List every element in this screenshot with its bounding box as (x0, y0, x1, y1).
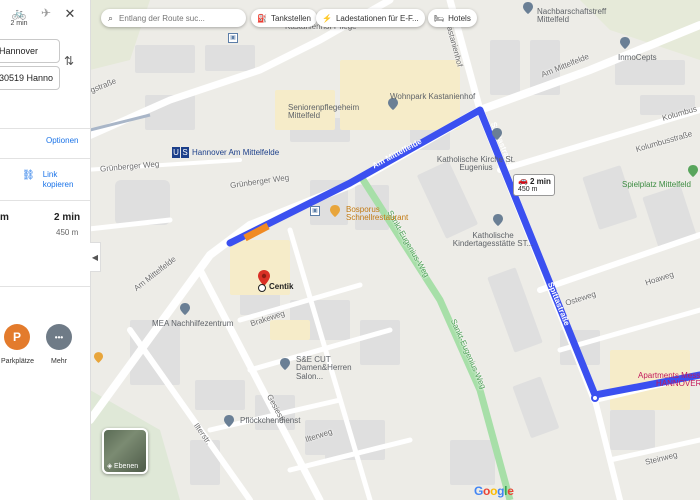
chevron-left-icon: ◀ (91, 252, 99, 262)
origin-value: Hannover (0, 46, 39, 56)
layers-icon: ◈ (107, 463, 113, 470)
business-pin-icon[interactable] (620, 37, 630, 49)
mode-flight[interactable]: ✈ (35, 6, 57, 20)
chip-hotels-label: Hotels (448, 13, 471, 23)
poi-kirche[interactable]: Katholische Kirche St. Eugenius (436, 155, 516, 173)
divider (0, 158, 90, 159)
destination-value: 30519 Hanno (0, 73, 54, 83)
poi-mea[interactable]: MEA Nachhilfezentrum (152, 319, 233, 328)
divider (0, 128, 90, 129)
poi-pfloeckchendienst[interactable]: Pflöckchendienst (240, 416, 300, 425)
collapse-panel-button[interactable]: ◀ (90, 242, 101, 272)
chip-hotels[interactable]: 🛏 Hotels (428, 9, 477, 27)
poi-seniorenpflegeheim[interactable]: Seniorenpflegeheim Mittelfeld (288, 103, 368, 121)
poi-bosporus[interactable]: Bosporus Schnellrestaurant (346, 205, 421, 223)
airplane-icon: ✈ (40, 6, 52, 20)
route-search-box[interactable]: ⌕ (101, 9, 246, 27)
map-canvas[interactable]: Am Mittelfelde Am Mittelfelde Am Mittelf… (90, 0, 700, 500)
parking-label: Parkplätze (1, 358, 35, 365)
options-button[interactable]: Optionen (46, 136, 78, 145)
bus-stop-icon[interactable]: ▣ (228, 33, 238, 43)
hotel-icon: 🛏 (434, 13, 445, 23)
car-icon: 🚗 (518, 176, 528, 185)
service-pin-icon[interactable] (224, 415, 234, 427)
google-logo: Google (474, 484, 514, 498)
link-icon: ⛓ (22, 170, 35, 181)
place-dot-icon (258, 284, 266, 292)
more-label: Mehr (51, 358, 67, 365)
copy-link-label: Link kopieren (42, 170, 74, 189)
bus-stop-icon-2[interactable]: ▣ (310, 206, 320, 216)
poi-station[interactable]: Hannover Am Mittelfelde (192, 148, 279, 157)
route-distance: 450 m (56, 228, 79, 237)
church-pin-icon[interactable] (492, 128, 502, 140)
chip-gas-stations-label: Tankstellen (270, 13, 311, 23)
callout-distance: 450 m (518, 186, 538, 193)
mode-bicycle-time: 2 min (10, 20, 28, 27)
close-icon: ✕ (64, 6, 76, 21)
route-search-input[interactable] (117, 12, 240, 24)
parking-button[interactable]: P (4, 324, 30, 350)
origin-field[interactable]: Hannover (0, 39, 60, 63)
poi-inmocepts[interactable]: InmoCepts (618, 53, 657, 62)
chip-ev-charging[interactable]: ⚡ Ladestationen für E-F... (316, 9, 425, 27)
playground-pin-icon[interactable] (688, 165, 698, 177)
chip-ev-charging-label: Ladestationen für E-F... (335, 13, 419, 23)
destination-field[interactable]: 30519 Hanno (0, 66, 60, 90)
map-base (90, 0, 700, 500)
bicycle-icon: 🚲 (11, 6, 27, 20)
search-icon: ⌕ (108, 12, 114, 23)
ev-charging-icon: ⚡ (322, 13, 332, 23)
poi-kita[interactable]: Katholische Kindertagesstätte ST... (448, 231, 538, 249)
chip-gas-stations[interactable]: ⛽ Tankstellen (251, 9, 317, 27)
divider (0, 200, 90, 201)
parking-icon: P (12, 330, 21, 344)
poi-nachbarschaftstreff[interactable]: Nachbarschaftstreff Mittelfeld (537, 7, 627, 25)
poi-se-cut[interactable]: S&E CUT Damen&Herren Salon... (296, 355, 376, 381)
layers-button[interactable]: ◈ Ebenen (102, 428, 148, 474)
community-pin-icon[interactable] (523, 2, 533, 14)
travel-modes: 🚲 2 min ✈ ✕ (0, 6, 90, 34)
tutoring-pin-icon[interactable] (180, 303, 190, 315)
poi-wohnpark[interactable]: Wohnpark Kastanienhof (390, 92, 475, 101)
layers-label: Ebenen (114, 463, 139, 470)
divider (0, 286, 90, 287)
route-duration-callout[interactable]: 🚗 2 min 450 m (513, 174, 555, 196)
poi-hannover-sign[interactable]: HANNOVER (656, 379, 700, 388)
restaurant-pin-icon[interactable] (330, 205, 340, 217)
poi-spielplatz[interactable]: Spielplatz Mittelfeld (622, 180, 691, 189)
subway-station-icon[interactable]: U S (172, 147, 190, 158)
gas-station-icon: ⛽ (257, 13, 267, 23)
callout-duration: 2 min (530, 177, 551, 186)
poi-centik[interactable]: Centik (269, 282, 293, 291)
kindergarten-pin-icon[interactable] (493, 214, 503, 226)
salon-pin-icon[interactable] (280, 358, 290, 370)
mode-bicycle[interactable]: 🚲 2 min (8, 6, 30, 27)
directions-panel: 🚲 2 min ✈ ✕ Hannover 30519 Hanno ⇅ Optio… (0, 0, 91, 500)
restaurant-small-pin-icon[interactable] (94, 352, 103, 363)
copy-link-button[interactable]: ⛓ Link kopieren (22, 170, 75, 189)
route-duration[interactable]: 2 min (54, 212, 80, 223)
route-duration-left: m (0, 212, 9, 223)
swap-directions-icon[interactable]: ⇅ (64, 54, 74, 68)
more-button[interactable]: ••• (46, 324, 72, 350)
close-directions-button[interactable]: ✕ (59, 6, 81, 22)
more-icon: ••• (54, 332, 64, 342)
